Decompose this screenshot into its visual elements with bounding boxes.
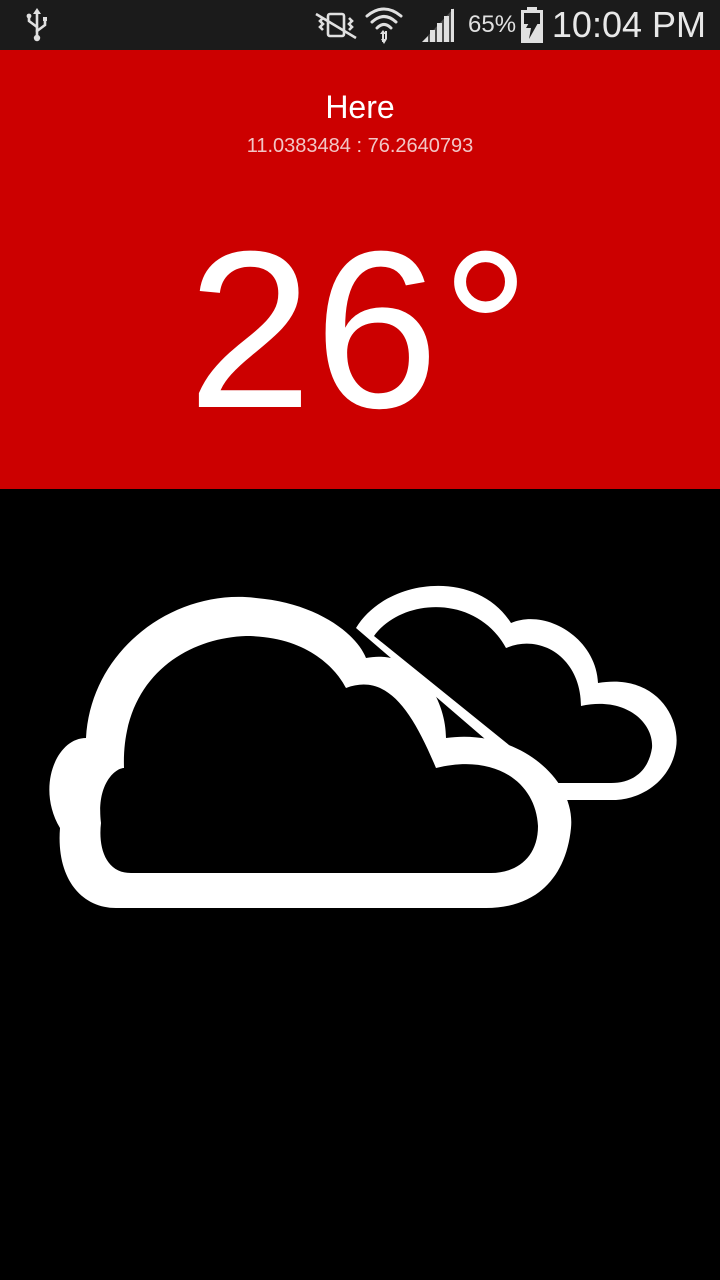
cloudy-icon — [49, 585, 677, 908]
current-conditions-panel: Here 11.0383484 : 76.2640793 26° — [0, 50, 720, 489]
battery-percent: 65% — [468, 11, 517, 38]
status-clock: 10:04 PM — [551, 4, 706, 45]
signal-icon — [422, 8, 454, 42]
temperature-reading: 26° — [187, 205, 533, 455]
status-bar: 65% 10:04 PM — [0, 0, 720, 50]
weather-screen: 65% 10:04 PM Here 11.0383484 : 76.264079… — [0, 0, 720, 1280]
location-coordinates: 11.0383484 : 76.2640793 — [246, 135, 474, 157]
wifi-icon — [365, 7, 403, 44]
mute-vibrate-icon — [315, 12, 357, 40]
usb-icon — [26, 8, 47, 42]
battery-charging-icon — [521, 7, 543, 43]
location-name: Here — [325, 89, 395, 125]
